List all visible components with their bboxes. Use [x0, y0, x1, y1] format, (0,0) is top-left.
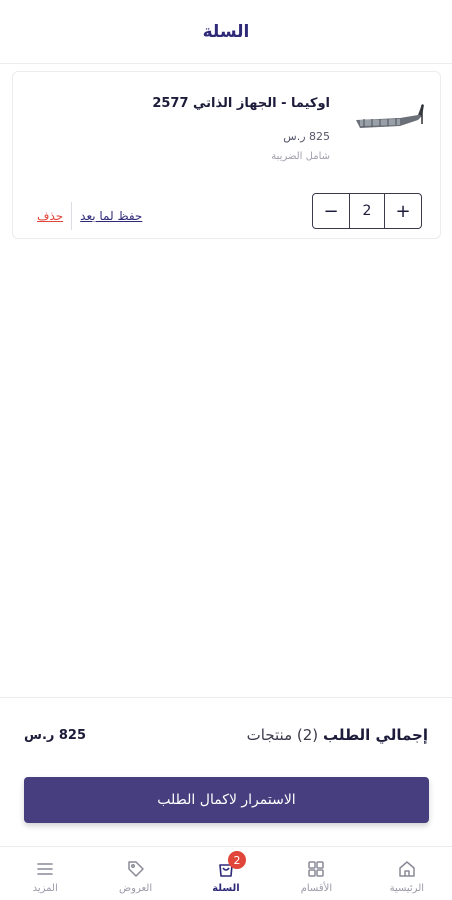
order-total-title: إجمالي الطلب: [322, 726, 428, 744]
quantity-stepper: − 2 +: [312, 193, 422, 229]
nav-item-offers[interactable]: العروض: [90, 847, 180, 900]
checkout-button[interactable]: الاستمرار لاكمال الطلب: [24, 777, 429, 823]
nav-item-cart[interactable]: 2 السلة: [181, 847, 271, 900]
nav-item-more[interactable]: المزيد: [0, 847, 90, 900]
order-total-amount: 825 ر.س: [24, 728, 87, 743]
cart-item-info[interactable]: اوكيما - الجهاز الذاتي 2577 825 ر.س شامل…: [13, 72, 440, 184]
delete-item-link[interactable]: حذف: [37, 209, 63, 223]
home-icon: [399, 861, 415, 877]
save-for-later-link[interactable]: حفظ لما بعد: [80, 209, 142, 223]
order-total-label: إجمالي الطلب (2) منتجات: [247, 726, 428, 744]
nav-label-home: الرئيسية: [389, 883, 425, 894]
product-price: 825 ر.س: [283, 130, 330, 143]
cart-item-actions: حذف حفظ لما بعد: [37, 202, 142, 230]
tag-icon: [127, 861, 144, 877]
actions-divider: [71, 202, 73, 230]
quantity-value: 2: [349, 194, 385, 228]
summary-divider: [0, 697, 452, 698]
order-item-count: (2) منتجات: [246, 726, 319, 744]
app-header: السلة: [0, 0, 452, 64]
nav-item-categories[interactable]: الأقسام: [271, 847, 361, 900]
tax-note: شامل الضريبة: [271, 151, 330, 162]
nav-label-more: المزيد: [32, 883, 58, 894]
nav-label-categories: الأقسام: [300, 883, 333, 894]
menu-icon: [37, 863, 53, 875]
product-name[interactable]: اوكيما - الجهاز الذاتي 2577: [152, 96, 330, 111]
nav-item-home[interactable]: الرئيسية: [362, 847, 452, 900]
product-image[interactable]: [352, 98, 426, 148]
grid-icon: [308, 861, 325, 877]
decrease-quantity-button[interactable]: −: [313, 194, 349, 228]
nav-label-cart: السلة: [212, 883, 240, 894]
cart-count-badge: 2: [227, 851, 246, 869]
increase-quantity-button[interactable]: +: [385, 194, 421, 228]
nav-label-offers: العروض: [119, 883, 153, 894]
cart-item-card: اوكيما - الجهاز الذاتي 2577 825 ر.س شامل…: [12, 71, 441, 239]
page-title: السلة: [202, 21, 250, 42]
bottom-navigation: الرئيسية الأقسام 2 السلة العروض المزيد: [0, 846, 452, 900]
